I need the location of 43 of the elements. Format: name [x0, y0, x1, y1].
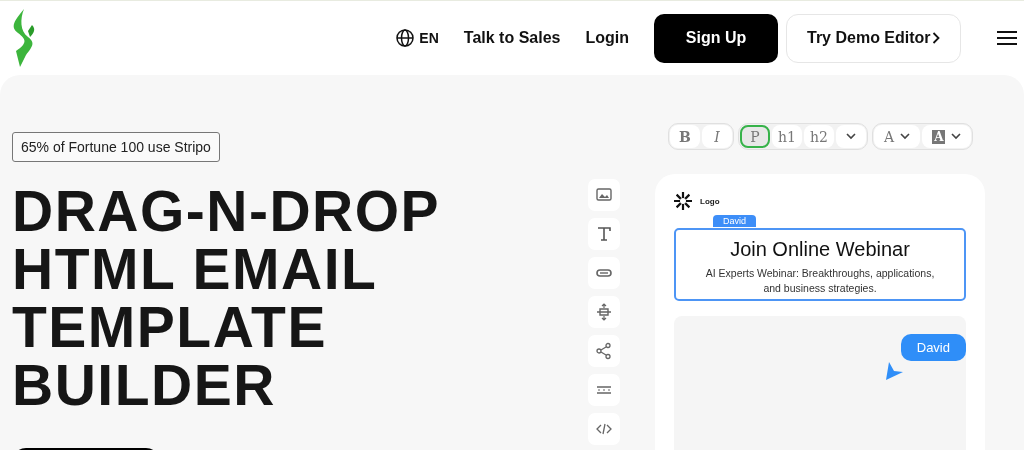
nav-link[interactable]: Login: [585, 29, 629, 46]
headline-line: HTML EMAIL: [12, 240, 378, 298]
block-tool[interactable]: [588, 257, 620, 289]
spacer-icon: [595, 303, 613, 321]
highlight-button[interactable]: A: [922, 125, 972, 148]
block-tool[interactable]: [588, 335, 620, 367]
cursor-icon: [886, 362, 904, 380]
globe-icon[interactable]: [396, 29, 415, 47]
block-tool[interactable]: [588, 296, 620, 328]
format-button[interactable]: I: [702, 125, 732, 148]
block-tool[interactable]: [588, 413, 620, 445]
webinar-subtitle: AI Experts Webinar: Breakthroughs, applications, and business strategies.: [704, 266, 936, 296]
text-color-button[interactable]: A: [874, 125, 921, 148]
caret-icon: [846, 133, 856, 140]
language-label[interactable]: EN: [419, 30, 439, 46]
format-button[interactable]: h2: [804, 125, 834, 148]
nav-link[interactable]: Talk to Sales: [463, 29, 561, 46]
headline-line: BUILDER: [12, 356, 276, 414]
cursor-label: David: [900, 334, 966, 361]
headline-line: DRAG-N-DROP: [12, 182, 441, 240]
block-tool[interactable]: [588, 179, 620, 211]
webinar-title: Join Online Webinar: [729, 238, 911, 261]
menu-icon[interactable]: [997, 31, 1017, 45]
headline-line: TEMPLATE: [12, 298, 327, 356]
editor-tag: David: [713, 215, 756, 227]
text-icon: [595, 225, 613, 243]
format-button[interactable]: P: [740, 125, 770, 148]
format-button[interactable]: B: [670, 125, 700, 148]
sign-up-button[interactable]: Sign Up: [654, 13, 778, 63]
block-tool[interactable]: [588, 218, 620, 250]
caret-icon: [951, 133, 962, 140]
format-button[interactable]: h1: [772, 125, 802, 148]
chevron-right-icon: [932, 32, 940, 44]
logo-label: Logo: [700, 196, 720, 206]
try-demo-button[interactable]: Try Demo Editor: [786, 13, 961, 63]
image-icon: [595, 186, 613, 204]
logo-icon: [674, 192, 692, 210]
selected-block[interactable]: Join Online Webinar AI Experts Webinar: Breakthroughs, applications, and business strategies.: [674, 228, 966, 301]
block-tool[interactable]: [588, 374, 620, 406]
share-icon: [595, 342, 613, 360]
caret-icon: [900, 133, 911, 140]
customer-badge: 65% of Fortune 100 use Stripo: [12, 132, 220, 162]
more-button[interactable]: [836, 125, 866, 148]
